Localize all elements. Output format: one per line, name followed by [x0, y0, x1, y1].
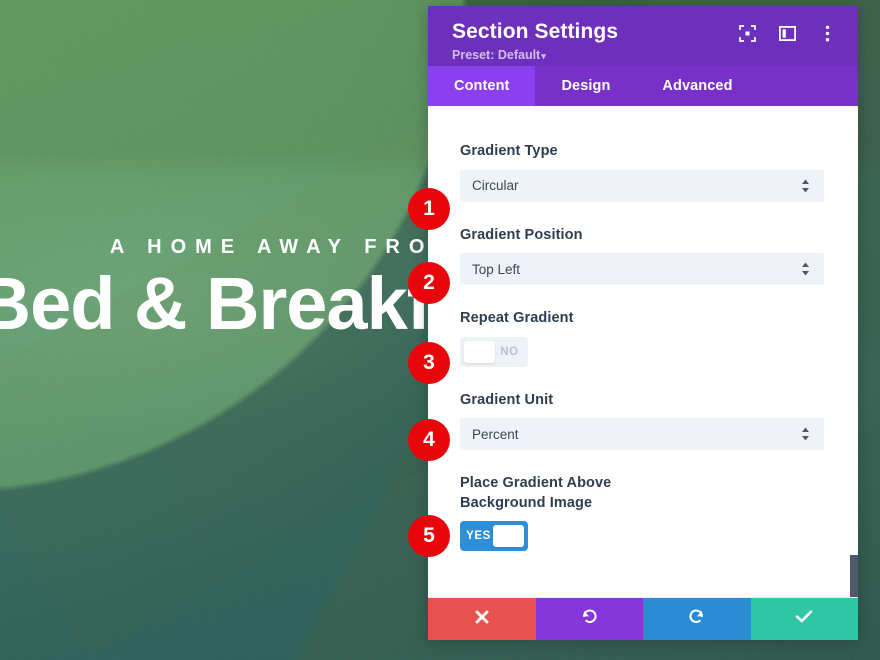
screen-root: A HOME AWAY FROM Bed & Breakfast Section… [0, 0, 880, 660]
panel-header-icons [738, 24, 836, 42]
toggle-knob [464, 340, 495, 363]
tab-design[interactable]: Design [535, 66, 636, 106]
gradient-unit-select[interactable]: Percent [460, 418, 824, 451]
gradient-unit-value: Percent [472, 426, 519, 442]
field-label-gradient-type: Gradient Type [460, 143, 558, 159]
gradient-type-select[interactable]: Circular [460, 169, 824, 202]
tab-advanced[interactable]: Advanced [636, 66, 758, 106]
gradient-type-value: Circular [472, 178, 519, 194]
checkmark-icon [795, 609, 813, 629]
field-gradient-position: Gradient Position Top Left [460, 226, 824, 286]
field-gradient-unit: Gradient Unit Percent [460, 391, 824, 451]
panel-body: Gradient Type Circular Gradient Position… [428, 106, 858, 597]
save-button[interactable] [750, 598, 858, 640]
field-repeat-gradient: Repeat Gradient NO [460, 309, 822, 367]
place-gradient-above-toggle[interactable]: YES [460, 521, 528, 552]
toggle-knob [493, 525, 524, 548]
repeat-gradient-toggle[interactable]: NO [460, 336, 528, 367]
select-arrows-icon [792, 427, 824, 441]
panel-scrollbar-track[interactable] [850, 206, 858, 597]
field-label-place-gradient-above: Place Gradient Above Background Image [460, 475, 612, 511]
cancel-button[interactable] [428, 598, 536, 640]
field-place-gradient-above: Place Gradient Above Background Image YE… [460, 474, 822, 552]
redo-icon [688, 608, 705, 630]
tab-content[interactable]: Content [428, 66, 536, 106]
field-label-gradient-position: Gradient Position [460, 226, 583, 243]
gradient-position-value: Top Left [472, 261, 521, 277]
panel-scrollbar-thumb[interactable] [850, 555, 858, 597]
preset-label: Preset: Default [452, 48, 541, 63]
repeat-gradient-toggle-value: NO [500, 345, 519, 358]
gradient-position-select[interactable]: Top Left [460, 253, 824, 286]
focus-icon[interactable] [738, 24, 756, 42]
panel-title: Section Settings [452, 20, 619, 43]
preset-selector[interactable]: Preset: Default▾ [452, 48, 618, 62]
section-settings-panel: Section Settings Preset: Default▾ Conten… [428, 6, 858, 640]
layout-panel-icon[interactable] [778, 24, 796, 42]
chevron-down-icon: ▾ [541, 51, 546, 62]
close-icon [474, 609, 490, 630]
field-label-repeat-gradient: Repeat Gradient [460, 310, 574, 327]
field-gradient-type: Gradient Type Circular [460, 142, 824, 202]
panel-header-titles: Section Settings Preset: Default▾ [452, 20, 618, 62]
select-arrows-icon [792, 179, 824, 193]
panel-header: Section Settings Preset: Default▾ [428, 6, 858, 66]
callout-badge-1: 1 [408, 188, 450, 230]
callout-badge-3: 3 [408, 342, 450, 384]
undo-button[interactable] [535, 598, 643, 640]
callout-badge-2: 2 [408, 262, 450, 304]
callout-badge-5: 5 [408, 515, 450, 557]
more-options-icon[interactable] [818, 24, 836, 42]
callout-badge-4: 4 [408, 419, 450, 461]
select-arrows-icon [792, 262, 824, 276]
field-label-gradient-unit: Gradient Unit [460, 391, 554, 408]
panel-tabs: Content Design Advanced [428, 66, 858, 106]
undo-icon [581, 608, 598, 630]
panel-footer [428, 597, 858, 640]
place-gradient-above-toggle-value: YES [466, 530, 491, 543]
redo-button[interactable] [643, 598, 751, 640]
